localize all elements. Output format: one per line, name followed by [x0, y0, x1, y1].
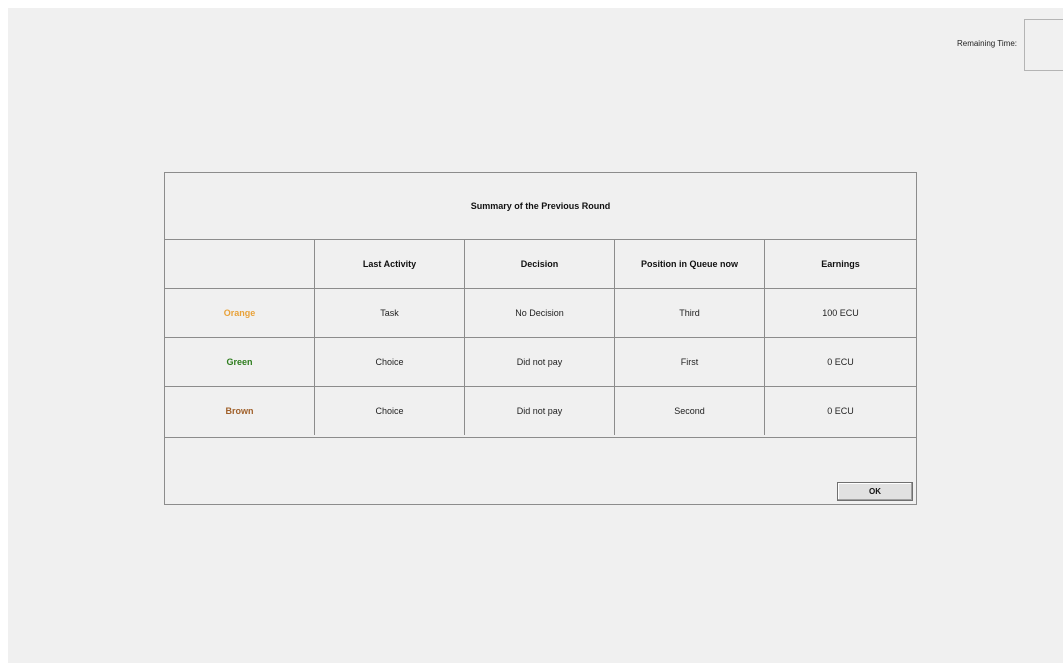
earnings-cell: 0 ECU — [827, 357, 854, 367]
player-label: Green — [165, 338, 315, 386]
header-earnings: Earnings — [821, 259, 860, 269]
last-activity-cell: Choice — [315, 338, 465, 386]
player-label: Brown — [165, 387, 315, 435]
header-decision: Decision — [465, 240, 615, 288]
divider — [165, 437, 916, 438]
last-activity-cell: Task — [315, 289, 465, 337]
header-last-activity: Last Activity — [315, 240, 465, 288]
table-row: Orange Task No Decision Third 100 ECU — [165, 289, 916, 338]
earnings-cell: 0 ECU — [827, 406, 854, 416]
header-position: Position in Queue now — [615, 240, 765, 288]
summary-table: Last Activity Decision Position in Queue… — [165, 240, 916, 435]
last-activity-cell: Choice — [315, 387, 465, 435]
experiment-screen: Remaining Time: Summary of the Previous … — [8, 8, 1063, 663]
table-row: Green Choice Did not pay First 0 ECU — [165, 338, 916, 387]
position-cell: First — [615, 338, 765, 386]
header-empty-cell — [165, 240, 315, 288]
position-cell: Second — [615, 387, 765, 435]
position-cell: Third — [615, 289, 765, 337]
player-label: Orange — [165, 289, 315, 337]
decision-cell: Did not pay — [465, 338, 615, 386]
table-header-row: Last Activity Decision Position in Queue… — [165, 240, 916, 289]
dialog-title: Summary of the Previous Round — [165, 173, 916, 240]
remaining-time-label: Remaining Time: — [956, 39, 1017, 48]
decision-cell: Did not pay — [465, 387, 615, 435]
table-row: Brown Choice Did not pay Second 0 ECU — [165, 387, 916, 435]
ok-button[interactable]: OK — [837, 482, 913, 501]
remaining-time-display — [1024, 19, 1063, 71]
summary-dialog: Summary of the Previous Round Last Activ… — [164, 172, 917, 505]
earnings-cell: 100 ECU — [822, 308, 859, 318]
decision-cell: No Decision — [465, 289, 615, 337]
